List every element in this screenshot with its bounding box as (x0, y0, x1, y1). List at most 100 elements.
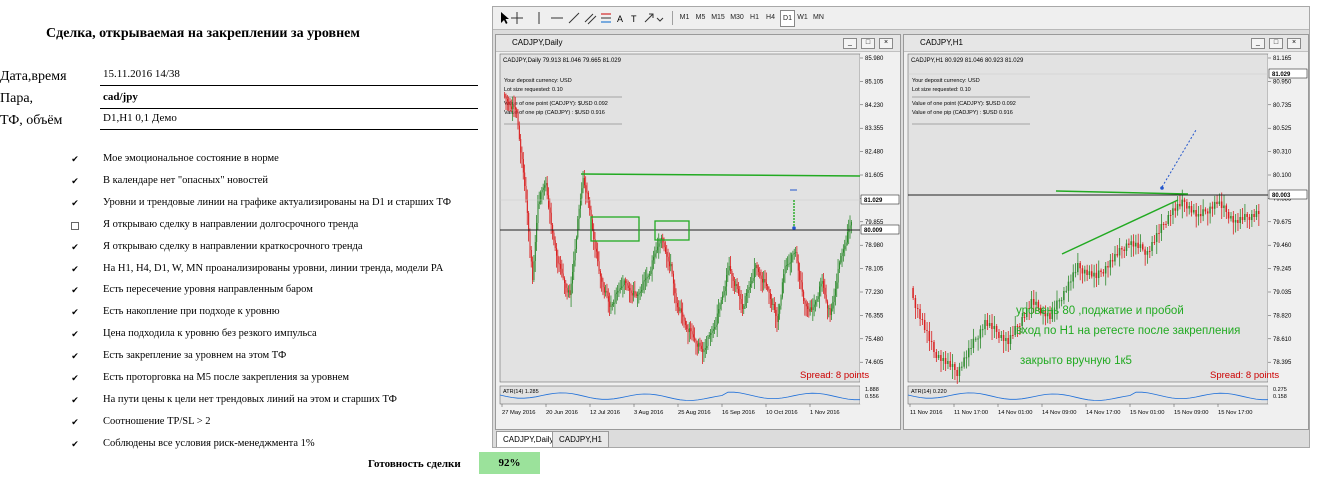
candle-body (618, 289, 620, 291)
candle-body (940, 355, 942, 361)
daily-chart[interactable]: CADJPY,Daily 79.913 81.046 79.665 81.029… (498, 52, 900, 422)
minimize-icon[interactable]: _ (1251, 38, 1265, 49)
minimize-icon[interactable]: _ (843, 38, 857, 49)
candle-body (570, 283, 572, 295)
candle-body (536, 223, 538, 242)
date-tick-label: 27 May 2016 (502, 410, 536, 416)
candle-body (1255, 211, 1258, 217)
price-tick-label: 81.605 (865, 173, 884, 179)
candle-body (1141, 244, 1144, 250)
check-mark-icon[interactable]: ✔ (71, 417, 79, 426)
daily-window-title[interactable]: CADJPY,Daily (496, 35, 900, 52)
candle-body (583, 178, 585, 186)
arrow-icon[interactable] (644, 13, 664, 23)
check-mark-icon[interactable]: ✔ (71, 439, 79, 448)
candle-body (1223, 205, 1225, 208)
candle-body (581, 188, 583, 199)
tab-cadjpy-h1[interactable]: CADJPY,H1 (552, 431, 609, 448)
candle-body (710, 333, 712, 335)
candle-body (747, 290, 749, 293)
candle-body (748, 287, 750, 290)
date-tick-label: 15 Nov 01:00 (1130, 410, 1164, 416)
candle-body (809, 307, 811, 312)
check-mark-icon[interactable]: ✔ (71, 352, 79, 361)
timeframe-w1[interactable]: W1 (796, 10, 809, 25)
candle-body (746, 293, 748, 296)
deposit-info-line: Value of one pip (CADJPY) : $USD 0.916 (504, 110, 605, 116)
timeframe-h1[interactable]: H1 (748, 10, 761, 25)
check-mark-icon[interactable]: ✔ (71, 286, 79, 295)
candle-body (845, 242, 847, 246)
candle-body (981, 329, 984, 331)
timeframe-h4[interactable]: H4 (764, 10, 777, 25)
candle-body (1012, 335, 1014, 336)
candle-body (1239, 217, 1241, 223)
timeframe-m15[interactable]: M15 (710, 10, 726, 25)
candle-body (799, 270, 801, 280)
fibonacci-icon[interactable] (601, 13, 611, 23)
candle-body (576, 237, 578, 249)
close-icon[interactable]: × (1287, 38, 1301, 49)
candle-body (991, 323, 993, 329)
timeframe-m1[interactable]: M1 (678, 10, 691, 25)
check-mark-icon[interactable]: ✔ (71, 374, 79, 383)
date-tick-label: 3 Aug 2016 (634, 410, 663, 416)
check-mark-icon[interactable]: ✔ (71, 264, 79, 273)
candle-body (744, 296, 746, 306)
maximize-icon[interactable]: □ (861, 38, 875, 49)
candle-body (1155, 233, 1158, 242)
check-mark-icon[interactable]: ✔ (71, 198, 79, 207)
crosshair-icon[interactable] (511, 12, 523, 24)
timeframe-m5[interactable]: M5 (694, 10, 707, 25)
check-mark-icon[interactable]: ✔ (71, 155, 79, 164)
candle-body (754, 268, 756, 278)
candle-body (598, 261, 600, 271)
empty-checkbox[interactable] (71, 221, 79, 230)
checklist-item: Мое эмоциональное состояние в норме (103, 153, 279, 164)
text-icon[interactable]: A (617, 14, 623, 24)
timeframe-mn[interactable]: MN (812, 10, 825, 25)
candle-body (977, 338, 979, 340)
candle-body (752, 278, 754, 281)
tab-cadjpy-daily[interactable]: CADJPY,Daily (496, 431, 561, 447)
candle-body (627, 285, 629, 288)
h1-chart[interactable]: CADJPY,H1 80.929 81.046 80.923 81.029 You… (906, 52, 1308, 422)
candle-body (769, 293, 771, 299)
current-price-label: 81.029 (1272, 72, 1291, 78)
candle-body (819, 286, 821, 297)
candle-body (779, 305, 781, 314)
candle-body (585, 185, 587, 193)
deposit-info-line: Value of one pip (CADJPY) : $USD 0.916 (912, 110, 1013, 116)
candle-body (633, 291, 635, 296)
candle-body (836, 282, 838, 289)
candle-body (549, 207, 551, 213)
trendline-icon[interactable] (568, 12, 580, 24)
atr-plot-area (907, 385, 1269, 405)
toolbar-separator (672, 11, 673, 25)
timeframe-d1[interactable]: D1 (780, 10, 795, 27)
check-mark-icon[interactable]: ✔ (71, 242, 79, 251)
cursor-icon[interactable] (501, 12, 509, 24)
candle-body (795, 252, 797, 253)
document-title: Сделка, открываемая на закреплении за ур… (46, 26, 360, 41)
check-mark-icon[interactable]: ✔ (71, 308, 79, 317)
candle-body (726, 275, 728, 287)
timeframe-m30[interactable]: M30 (729, 10, 745, 25)
maximize-icon[interactable]: □ (1269, 38, 1283, 49)
candle-body (785, 265, 787, 267)
label-icon[interactable]: T (631, 14, 637, 24)
check-mark-icon[interactable]: ✔ (71, 176, 79, 185)
h1-window-title[interactable]: CADJPY,H1 (904, 35, 1308, 52)
close-icon[interactable]: × (879, 38, 893, 49)
channel-icon[interactable] (584, 13, 597, 25)
candle-body (817, 296, 819, 299)
check-mark-icon[interactable]: ✔ (71, 330, 79, 339)
date-tick-label: 10 Oct 2016 (766, 410, 798, 416)
check-mark-icon[interactable]: ✔ (71, 395, 79, 404)
candle-body (775, 310, 777, 316)
candle-body (1100, 270, 1102, 272)
candle-body (933, 342, 935, 352)
deposit-info-line: Lot size requested: 0.10 (912, 87, 971, 93)
candle-body (1093, 272, 1095, 277)
timeframe-value: D1,H1 0,1 Демо (103, 112, 177, 124)
